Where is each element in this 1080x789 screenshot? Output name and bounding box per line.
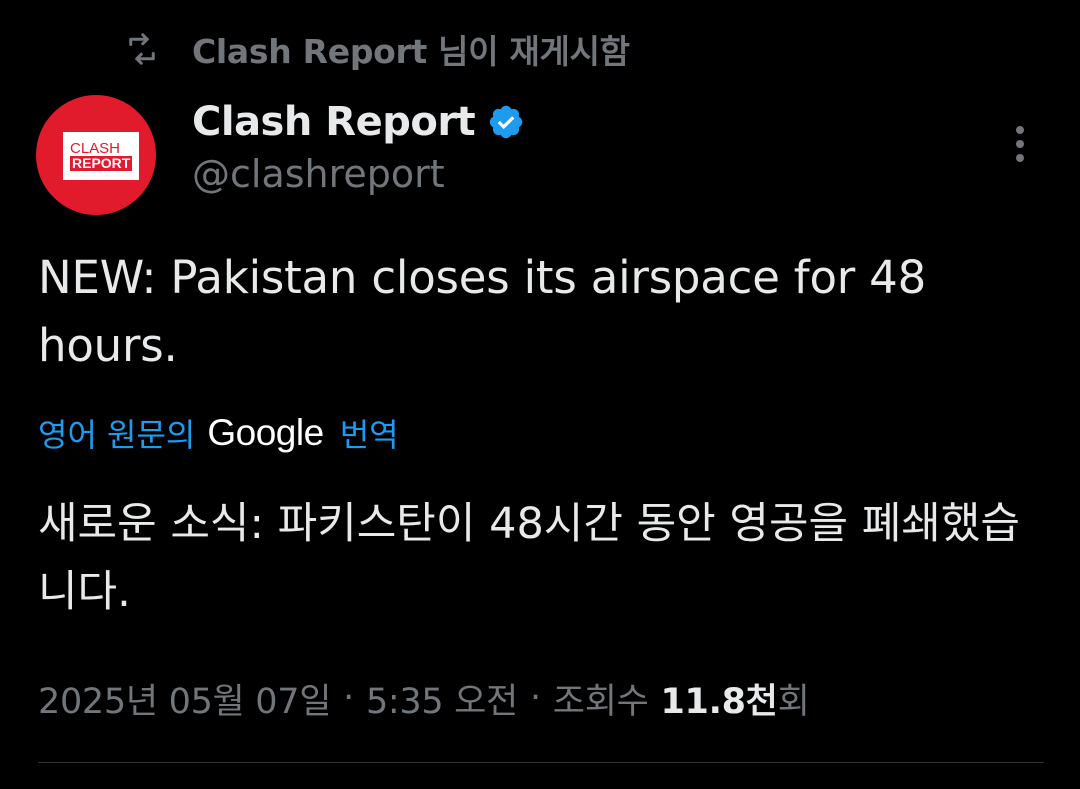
more-vertical-icon (1016, 126, 1024, 134)
translation-attribution[interactable]: 영어 원문의 Google 번역 (38, 408, 399, 458)
translated-tweet-text: 새로운 소식: 파키스탄이 48시간 동안 영공을 폐쇄했습니다. (38, 499, 1020, 617)
views-label: 조회수 (552, 681, 649, 722)
translation-suffix-label[interactable]: 번역 (340, 410, 399, 456)
tweet-date[interactable]: 2025년 05월 07일 (38, 673, 331, 724)
author-name[interactable]: Clash Report (192, 99, 525, 145)
tweet-metadata: 2025년 05월 07일 · 5:35 오전 · 조회수 11.8천 회 (38, 670, 810, 726)
tweet-time[interactable]: 5:35 오전 (366, 673, 518, 724)
views-unit: 회 (777, 681, 810, 722)
author-handle[interactable]: @clashreport (192, 152, 445, 196)
verified-badge-icon (487, 103, 525, 141)
meta-separator: · (529, 678, 541, 718)
avatar[interactable]: CLASH REPORT (36, 95, 156, 215)
clash-report-logo: CLASH REPORT (63, 132, 139, 180)
logo-line-2: REPORT (70, 155, 133, 171)
tweet-text: NEW: Pakistan closes its airspace for 48… (38, 251, 927, 372)
logo-line-1: CLASH (70, 140, 121, 157)
google-logo: Google (207, 412, 324, 453)
author-name-text: Clash Report (192, 99, 476, 145)
views-count[interactable]: 11.8천 (661, 673, 778, 724)
translation-source-label[interactable]: 영어 원문의 (38, 410, 195, 456)
retweet-label: Clash Report 님이 재게시함 (192, 32, 630, 71)
meta-separator: · (343, 678, 354, 718)
divider (38, 762, 1044, 763)
retweet-indicator[interactable]: Clash Report 님이 재게시함 (124, 26, 630, 72)
retweet-icon (124, 31, 160, 67)
more-options-button[interactable] (1002, 122, 1038, 166)
